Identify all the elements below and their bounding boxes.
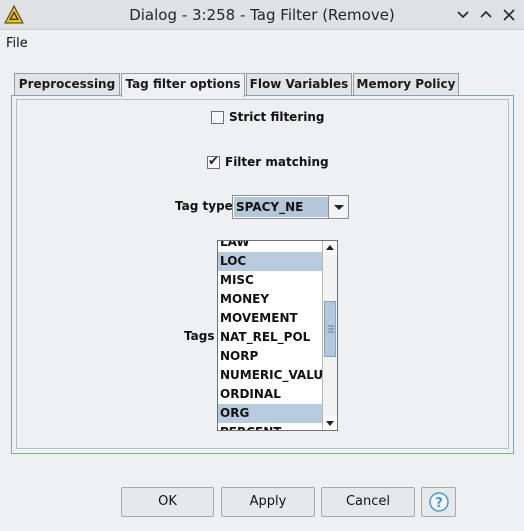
list-item[interactable]: NAT_REL_POL: [218, 328, 323, 347]
scroll-up-arrow-icon[interactable]: [323, 241, 337, 255]
apply-button[interactable]: Apply: [221, 487, 315, 517]
list-item[interactable]: ORG: [218, 404, 323, 423]
list-item[interactable]: NUMERIC_VALUE: [218, 366, 323, 385]
minimize-chevron-down-icon[interactable]: [454, 6, 472, 24]
help-icon: ?: [429, 492, 449, 512]
tags-scrollbar[interactable]: [322, 241, 337, 430]
list-item[interactable]: MOVEMENT: [218, 309, 323, 328]
scroll-down-arrow-icon[interactable]: [323, 416, 337, 430]
menu-bar: File: [0, 30, 524, 58]
filter-matching-option[interactable]: ✔ Filter matching: [207, 154, 329, 170]
tab-flow-variables[interactable]: Flow Variables: [246, 73, 352, 96]
window-title: Dialog - 3:258 - Tag Filter (Remove): [129, 6, 395, 24]
strict-filtering-option[interactable]: Strict filtering: [211, 109, 324, 125]
dropdown-arrow-icon[interactable]: [328, 196, 348, 218]
tag-type-select[interactable]: SPACY_NE: [232, 195, 349, 219]
tags-list-items: LAW LOC MISC MONEY MOVEMENT NAT_REL_POL …: [218, 241, 323, 430]
cancel-button[interactable]: Cancel: [321, 487, 415, 517]
list-item[interactable]: ORDINAL: [218, 385, 323, 404]
list-item[interactable]: MONEY: [218, 290, 323, 309]
list-item[interactable]: LOC: [218, 252, 323, 271]
title-bar[interactable]: Dialog - 3:258 - Tag Filter (Remove): [0, 0, 524, 30]
list-item[interactable]: NORP: [218, 347, 323, 366]
filter-matching-label: Filter matching: [225, 155, 329, 169]
tag-type-label: Tag type: [175, 199, 233, 213]
tab-preprocessing[interactable]: Preprocessing: [14, 73, 120, 96]
tags-label: Tags: [184, 329, 215, 343]
strict-filtering-checkbox[interactable]: [211, 110, 224, 124]
tab-memory-policy[interactable]: Memory Policy: [353, 73, 459, 96]
strict-filtering-label: Strict filtering: [229, 110, 325, 124]
filter-matching-checkbox[interactable]: ✔: [207, 153, 220, 169]
tab-tag-filter-options[interactable]: Tag filter options: [121, 73, 245, 97]
close-icon[interactable]: [500, 6, 518, 24]
maximize-chevron-up-icon[interactable]: [477, 6, 495, 24]
scroll-thumb[interactable]: [324, 301, 336, 357]
tags-list[interactable]: LAW LOC MISC MONEY MOVEMENT NAT_REL_POL …: [217, 240, 338, 431]
menu-file[interactable]: File: [6, 36, 28, 51]
help-glyph: ?: [435, 496, 443, 511]
tag-type-value: SPACY_NE: [234, 197, 328, 217]
list-item[interactable]: PERCENT: [218, 423, 323, 430]
ok-button[interactable]: OK: [121, 487, 214, 517]
list-item[interactable]: MISC: [218, 271, 323, 290]
list-item[interactable]: LAW: [218, 241, 323, 252]
checkmark-icon: ✔: [208, 153, 219, 169]
help-button[interactable]: ?: [421, 487, 456, 517]
